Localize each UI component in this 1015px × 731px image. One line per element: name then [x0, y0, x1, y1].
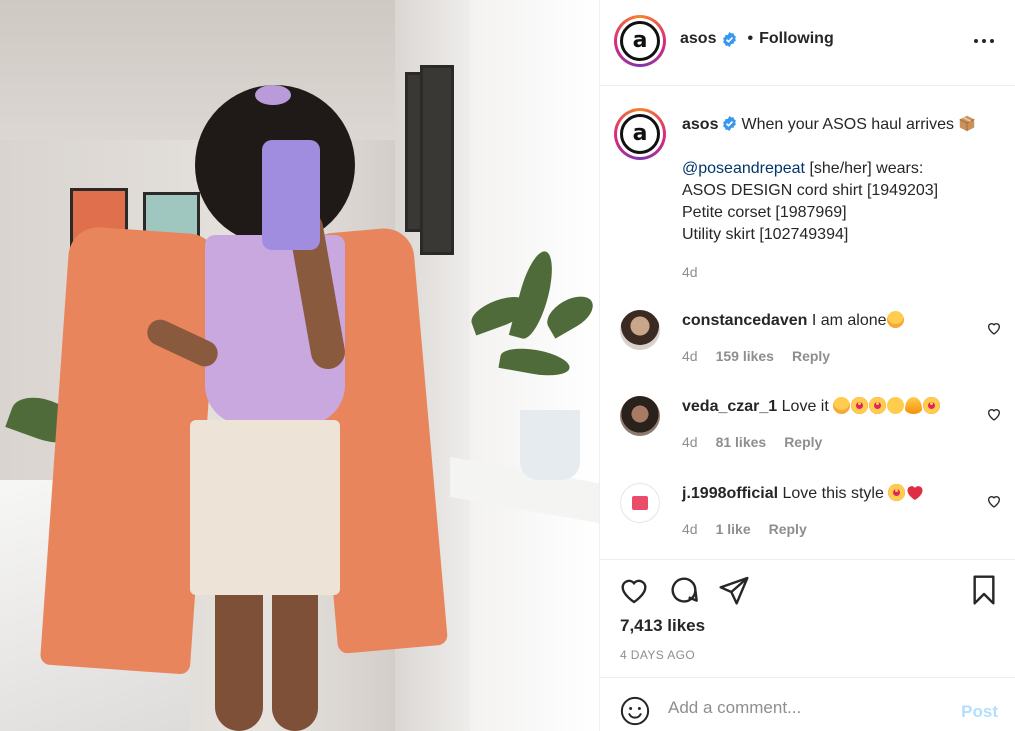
comment-likes[interactable]: 1 like — [716, 521, 751, 537]
avatar[interactable]: a — [614, 15, 666, 67]
comment-time[interactable]: 4d — [682, 348, 698, 364]
caption-text: asos When your ASOS haul arrives @posean… — [682, 114, 1007, 246]
like-heart-icon[interactable] — [618, 574, 650, 606]
verified-badge-icon — [723, 31, 737, 47]
comment-avatar[interactable] — [620, 396, 660, 436]
heart-icon[interactable] — [986, 493, 1002, 509]
caption-headline: When your ASOS haul arrives — [741, 116, 955, 133]
astonished-emoji-icon — [887, 397, 905, 414]
comment-input[interactable] — [668, 690, 938, 726]
separator-dot: • — [747, 30, 754, 47]
reply-button[interactable]: Reply — [792, 348, 830, 364]
photo-wall-art-4 — [420, 65, 454, 255]
post-photo[interactable] — [0, 0, 599, 731]
comment-avatar[interactable] — [620, 310, 660, 350]
reply-button[interactable]: Reply — [769, 521, 807, 537]
post-button[interactable]: Post — [961, 702, 998, 722]
photo-plant-pot — [520, 410, 580, 480]
photo-skirt — [190, 420, 340, 595]
caption-username[interactable]: asos — [682, 116, 718, 133]
heart-eyes-emoji-icon — [869, 397, 887, 414]
red-heart-emoji-icon — [907, 486, 923, 500]
caption-line: Petite corset [1987969] — [682, 204, 847, 221]
avatar[interactable]: a — [614, 108, 666, 160]
verified-badge-icon — [723, 116, 737, 131]
smiley-icon[interactable] — [620, 696, 650, 726]
bookmark-icon[interactable] — [968, 574, 1000, 606]
photo-phone — [262, 140, 320, 250]
post-actions: 7,413 likes 4 DAYS AGO — [600, 559, 1015, 677]
heart-eyes-emoji-icon — [923, 397, 941, 414]
header-username[interactable]: asos — [680, 30, 716, 48]
comment-item: constancedaven I am alone 4d 159 likes R… — [600, 298, 1015, 378]
caption-time[interactable]: 4d — [682, 264, 698, 280]
reply-button[interactable]: Reply — [784, 434, 822, 450]
heart-eyes-emoji-icon — [888, 484, 906, 501]
comment-time[interactable]: 4d — [682, 434, 698, 450]
post-header: a asos • Following — [600, 0, 1015, 86]
asos-logo: a — [620, 21, 660, 61]
heart-icon[interactable] — [986, 320, 1002, 336]
more-options-icon[interactable] — [972, 34, 996, 48]
comment-username[interactable]: j.1998official — [682, 485, 778, 502]
heart-eyes-emoji-icon — [851, 397, 869, 414]
comment-item: veda_czar_1 Love it 4d 81 likes Reply — [600, 384, 1015, 464]
post-date[interactable]: 4 DAYS AGO — [620, 648, 695, 662]
photo-scrunchie — [255, 85, 291, 105]
mention-link[interactable]: @poseandrepeat — [682, 160, 805, 177]
comment-item: j.1998official Love this style 4d 1 like… — [600, 471, 1015, 551]
share-icon[interactable] — [718, 574, 750, 606]
likes-count[interactable]: 7,413 likes — [620, 616, 705, 636]
package-icon — [959, 115, 975, 132]
comment-username[interactable]: veda_czar_1 — [682, 398, 777, 415]
comment-text: I am alone — [811, 312, 887, 329]
add-comment-bar: Post — [600, 677, 1015, 731]
comment-time[interactable]: 4d — [682, 521, 698, 537]
crying-face-emoji-icon — [886, 311, 904, 328]
crying-face-emoji-icon — [833, 397, 851, 414]
heart-icon[interactable] — [986, 406, 1002, 422]
mention-suffix: [she/her] wears: — [805, 160, 924, 177]
comment-icon[interactable] — [668, 574, 700, 606]
comment-likes[interactable]: 81 likes — [716, 434, 767, 450]
comment-username[interactable]: constancedaven — [682, 312, 807, 329]
following-button[interactable]: Following — [759, 30, 834, 48]
comment-text: Love this style — [782, 485, 884, 502]
comment-avatar[interactable] — [620, 483, 660, 523]
comment-text: Love it — [781, 398, 829, 415]
header-user: asos • Following — [680, 30, 834, 48]
post-side-panel: a asos • Following a asos When your ASOS… — [599, 0, 1015, 731]
caption-line: ASOS DESIGN cord shirt [1949203] — [682, 182, 939, 199]
asos-logo: a — [620, 114, 660, 154]
fire-emoji-icon — [905, 397, 923, 414]
comment-likes[interactable]: 159 likes — [716, 348, 774, 364]
caption-line: Utility skirt [102749394] — [682, 226, 849, 243]
